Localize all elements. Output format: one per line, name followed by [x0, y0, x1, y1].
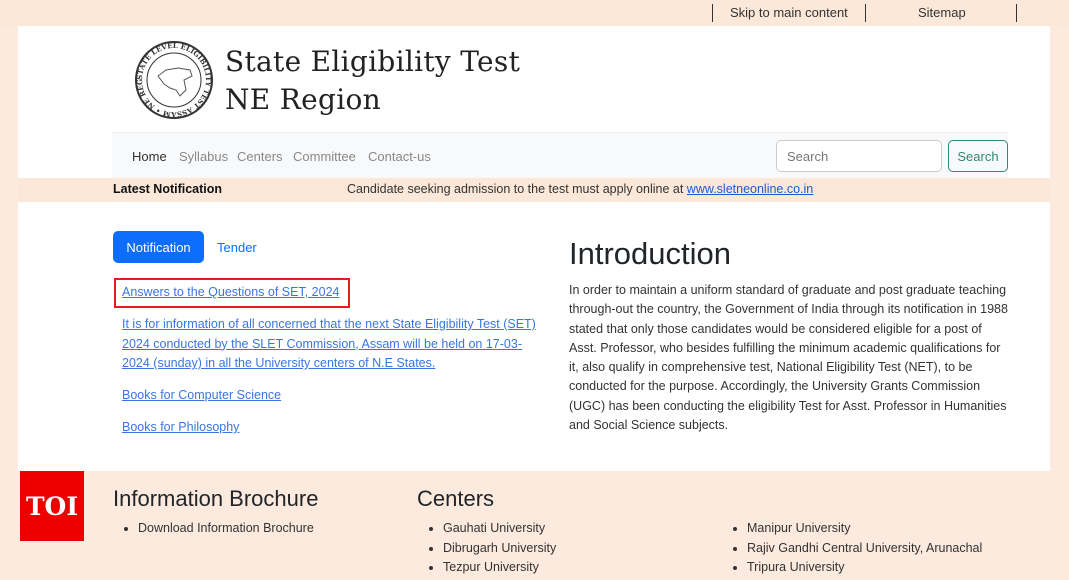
center-item: Rajiv Gandhi Central University, Arunach…: [747, 539, 982, 559]
divider: [712, 4, 713, 22]
divider: [865, 4, 866, 22]
sletneonline-link[interactable]: www.sletneonline.co.in: [687, 182, 813, 196]
notification-link-answers[interactable]: Answers to the Questions of SET, 2024: [122, 283, 339, 303]
tab-notification[interactable]: Notification: [113, 231, 204, 263]
nav-home[interactable]: Home: [132, 149, 167, 164]
centers-list-col2: Manipur University Rajiv Gandhi Central …: [747, 519, 982, 578]
introduction-text: In order to maintain a uniform standard …: [569, 283, 1008, 433]
search-input[interactable]: [776, 140, 942, 172]
center-item: Tripura University: [747, 558, 982, 578]
notification-link-set-2024[interactable]: It is for information of all concerned t…: [122, 315, 547, 374]
skip-to-main-link[interactable]: Skip to main content: [730, 5, 848, 20]
search-button[interactable]: Search: [948, 140, 1008, 172]
nav-committee[interactable]: Committee: [293, 149, 356, 164]
latest-notification-label: Latest Notification: [113, 182, 223, 196]
brochure-heading: Information Brochure: [113, 486, 319, 511]
top-utility-bar: Skip to main content Sitemap: [0, 0, 1069, 26]
sitemap-link[interactable]: Sitemap: [918, 5, 966, 20]
latest-notification-bar: Latest Notification Candidate seeking ad…: [18, 178, 1050, 202]
divider: [1016, 4, 1017, 22]
centers-heading: Centers: [417, 486, 495, 511]
main-navbar: Home Syllabus Centers Committee Contact-…: [112, 132, 1008, 178]
download-brochure-link[interactable]: Download Information Brochure: [138, 519, 314, 539]
center-item: Dibrugarh University: [443, 539, 556, 559]
site-title: State Eligibility Test NE Region: [225, 43, 520, 119]
slet-logo-icon[interactable]: STATE LEVEL ELIGIBILITY TEST ASSAM • NE …: [134, 40, 214, 120]
centers-list-col1: Gauhati University Dibrugarh University …: [443, 519, 556, 578]
site-title-line1: State Eligibility Test: [225, 45, 521, 78]
center-item: Tezpur University: [443, 558, 556, 578]
notification-link-books-cs[interactable]: Books for Computer Science: [122, 386, 281, 406]
toi-watermark-logo: TOI: [20, 471, 84, 541]
nav-syllabus[interactable]: Syllabus: [179, 149, 228, 164]
nav-centers[interactable]: Centers: [237, 149, 283, 164]
introduction-heading: Introduction: [569, 236, 731, 271]
notification-link-books-philosophy[interactable]: Books for Philosophy: [122, 418, 239, 438]
nav-contact-us[interactable]: Contact-us: [368, 149, 431, 164]
site-title-line2: NE Region: [225, 83, 381, 116]
tab-tender[interactable]: Tender: [217, 240, 257, 255]
latest-notification-text: Candidate seeking admission to the test …: [347, 182, 813, 196]
center-item: Manipur University: [747, 519, 982, 539]
notification-message: Candidate seeking admission to the test …: [347, 182, 687, 196]
center-item: Gauhati University: [443, 519, 556, 539]
brochure-list: Download Information Brochure: [138, 519, 314, 539]
